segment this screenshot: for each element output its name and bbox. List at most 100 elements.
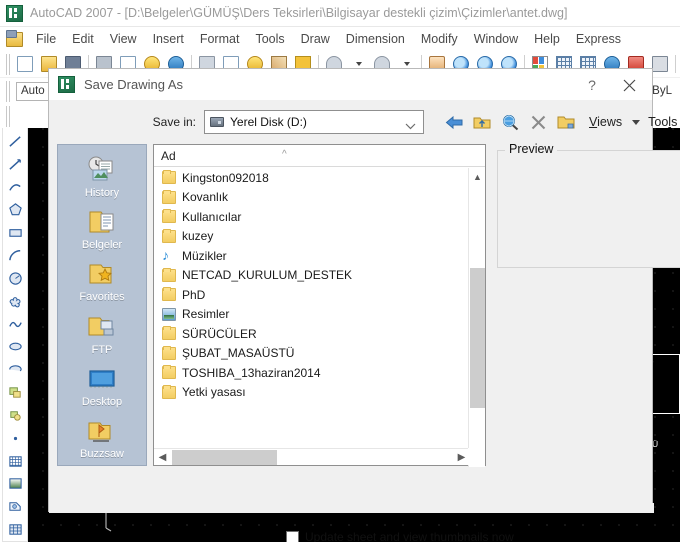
list-item[interactable]: PhD: [154, 285, 469, 305]
back-arrow-icon[interactable]: [441, 110, 467, 134]
list-item[interactable]: TOSHIBA_13haziran2014: [154, 363, 469, 383]
up-one-level-icon[interactable]: [469, 110, 495, 134]
folder-icon: [162, 384, 176, 399]
list-item[interactable]: Yetki yasası: [154, 383, 469, 403]
horizontal-scrollbar-thumb[interactable]: [172, 450, 277, 465]
list-item[interactable]: ♪ Müzikler: [154, 246, 469, 266]
file-list[interactable]: Ad ^ Kingston092018 Kovanlık Kullanıcıla…: [153, 144, 486, 467]
document-icon: [6, 29, 23, 47]
update-thumbnails-row[interactable]: Update sheet and view thumbnails now: [286, 530, 514, 542]
dialog-title-bar[interactable]: Save Drawing As ?: [49, 69, 652, 100]
arc-icon[interactable]: [4, 244, 26, 267]
menu-item-edit[interactable]: Edit: [64, 30, 102, 48]
new-folder-icon[interactable]: [553, 110, 579, 134]
chevron-down-icon: [405, 119, 416, 133]
place-belgeler[interactable]: Belgeler: [58, 203, 146, 255]
polygon-icon[interactable]: [4, 198, 26, 221]
update-thumbnails-checkbox[interactable]: [286, 530, 299, 542]
draw-toolbar: [2, 128, 28, 542]
list-item[interactable]: Kingston092018: [154, 168, 469, 188]
menu-item-view[interactable]: View: [102, 30, 145, 48]
save-in-combo[interactable]: Yerel Disk (D:): [204, 110, 424, 134]
menu-item-dimension[interactable]: Dimension: [338, 30, 413, 48]
scroll-left-icon[interactable]: ◀: [154, 449, 171, 466]
update-thumbnails-label: Update sheet and view thumbnails now: [305, 530, 514, 542]
menu-item-insert[interactable]: Insert: [145, 30, 192, 48]
menu-item-draw[interactable]: Draw: [293, 30, 338, 48]
place-buzzsaw[interactable]: Buzzsaw: [58, 413, 146, 465]
revision-cloud-icon[interactable]: [4, 290, 26, 313]
new-icon[interactable]: [14, 54, 36, 75]
tools-menu[interactable]: Tools: [648, 115, 679, 129]
region-icon[interactable]: [4, 495, 26, 518]
list-item[interactable]: Kovanlık: [154, 188, 469, 208]
toolbar-grip[interactable]: [4, 105, 11, 127]
ellipse-icon[interactable]: [4, 335, 26, 358]
scroll-up-icon[interactable]: ▲: [469, 168, 486, 185]
scrollbar-corner: [468, 448, 485, 465]
list-item[interactable]: Resimler: [154, 305, 469, 325]
ellipse-arc-icon[interactable]: [4, 358, 26, 381]
color-value: ByL: [652, 85, 672, 97]
menu-item-file[interactable]: File: [28, 30, 64, 48]
point-icon[interactable]: [4, 427, 26, 450]
vertical-scrollbar[interactable]: ▲ ▼: [468, 168, 485, 467]
list-item[interactable]: Kullanıcılar: [154, 207, 469, 227]
horizontal-scrollbar[interactable]: ◀ ▶: [154, 448, 470, 465]
file-list-header[interactable]: Ad ^: [154, 145, 485, 167]
menu-item-format[interactable]: Format: [192, 30, 248, 48]
delete-icon[interactable]: [525, 110, 551, 134]
menu-item-help[interactable]: Help: [526, 30, 568, 48]
window-title: AutoCAD 2007 - [D:\Belgeler\GÜMÜŞ\Ders T…: [30, 6, 568, 20]
views-menu[interactable]: Views: [581, 115, 624, 129]
vertical-scrollbar-thumb[interactable]: [470, 268, 485, 408]
list-item-label: Kovanlık: [182, 190, 229, 205]
menu-item-window[interactable]: Window: [466, 30, 526, 48]
list-item[interactable]: SÜRÜCÜLER: [154, 324, 469, 344]
autocad-icon: [6, 4, 23, 22]
place-favorites[interactable]: Favorites: [58, 256, 146, 308]
hatch-icon[interactable]: [4, 450, 26, 473]
folder-icon: [162, 189, 176, 204]
make-block-icon[interactable]: [4, 404, 26, 427]
list-item[interactable]: NETCAD_KURULUM_DESTEK: [154, 266, 469, 286]
folder-icon: [162, 228, 176, 243]
dialog-footer: [49, 503, 654, 513]
save-drawing-as-dialog: Save Drawing As ? Save in: Yerel Disk (D…: [48, 68, 680, 542]
toolbar-grip[interactable]: [4, 80, 11, 102]
list-item-label: NETCAD_KURULUM_DESTEK: [182, 268, 353, 283]
search-web-icon[interactable]: [497, 110, 523, 134]
close-icon[interactable]: [612, 72, 646, 98]
list-item-label: TOSHIBA_13haziran2014: [182, 365, 321, 380]
help-button[interactable]: ?: [580, 74, 604, 96]
menu-item-express[interactable]: Express: [568, 30, 629, 48]
menu-item-modify[interactable]: Modify: [413, 30, 466, 48]
list-item-label: Yetki yasası: [182, 385, 246, 400]
file-list-items: Kingston092018 Kovanlık Kullanıcılar kuz…: [154, 168, 469, 437]
list-item-label: Kullanıcılar: [182, 209, 242, 224]
list-item[interactable]: ŞUBAT_MASAÜSTÜ: [154, 344, 469, 364]
preview-panel: [497, 150, 680, 268]
menu-item-tools[interactable]: Tools: [247, 30, 292, 48]
line-icon[interactable]: [4, 130, 26, 153]
construction-line-icon[interactable]: [4, 153, 26, 176]
toolbar-grip[interactable]: [4, 53, 11, 75]
place-history[interactable]: History: [58, 151, 146, 203]
table-icon[interactable]: [4, 518, 26, 541]
views-chevron-down-icon[interactable]: [632, 119, 641, 125]
list-item-label: Resimler: [182, 307, 230, 322]
place-label: Favorites: [79, 291, 125, 304]
save-in-value: Yerel Disk (D:): [230, 115, 307, 129]
insert-block-icon[interactable]: [4, 381, 26, 404]
polyline-icon[interactable]: [4, 176, 26, 199]
drive-icon: [210, 117, 224, 127]
place-ftp[interactable]: FTP: [58, 308, 146, 360]
place-desktop[interactable]: Desktop: [58, 360, 146, 412]
circle-icon[interactable]: [4, 267, 26, 290]
rectangle-icon[interactable]: [4, 221, 26, 244]
list-item[interactable]: kuzey: [154, 227, 469, 247]
list-item-label: ŞUBAT_MASAÜSTÜ: [182, 346, 295, 361]
spline-icon[interactable]: [4, 313, 26, 336]
views-label-rest: iews: [597, 115, 623, 129]
gradient-icon[interactable]: [4, 472, 26, 495]
